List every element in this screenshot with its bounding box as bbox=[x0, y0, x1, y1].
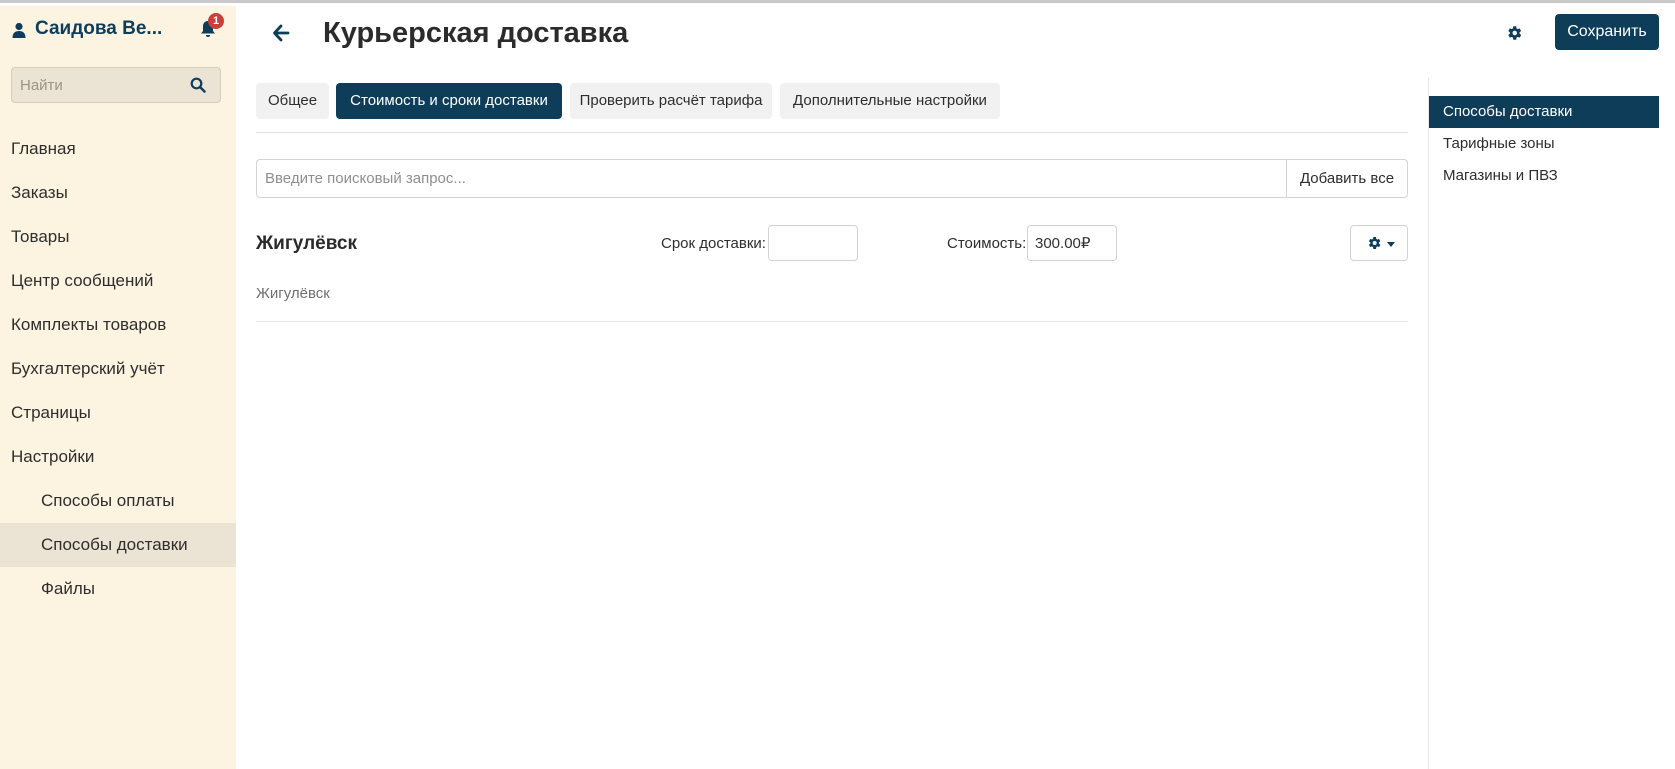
delivery-term-input[interactable] bbox=[768, 225, 858, 261]
sidebar-item[interactable]: Бухгалтерский учёт bbox=[0, 347, 236, 391]
right-panel-list: Способы доставки Тарифные зоны Магазины и … bbox=[1429, 96, 1659, 192]
city-settings-dropdown[interactable] bbox=[1350, 225, 1408, 261]
row-divider bbox=[256, 321, 1408, 322]
sidebar-item[interactable]: Способы доставки bbox=[0, 523, 236, 567]
back-arrow-icon[interactable] bbox=[272, 23, 292, 43]
delivery-term-label: Срок доставки: bbox=[661, 235, 766, 252]
page-title: Курьерская доставка bbox=[323, 17, 629, 49]
sidebar-item[interactable]: Центр сообщений bbox=[0, 259, 236, 303]
sidebar: Саидова Ве... 1 ГлавнаяЗаказыТоварыЦентр… bbox=[0, 6, 236, 769]
city-subtitle: Жигулёвск bbox=[256, 285, 330, 302]
right-panel-item[interactable]: Тарифные зоны bbox=[1429, 128, 1659, 160]
gear-icon bbox=[1368, 237, 1381, 249]
user-icon bbox=[12, 22, 26, 38]
notification-badge: 1 bbox=[208, 13, 224, 29]
sidebar-search-input[interactable] bbox=[12, 68, 182, 102]
search-input[interactable] bbox=[256, 159, 1287, 198]
sidebar-item[interactable]: Страницы bbox=[0, 391, 236, 435]
sidebar-item[interactable]: Заказы bbox=[0, 171, 236, 215]
sidebar-item[interactable]: Настройки bbox=[0, 435, 236, 479]
sidebar-item[interactable]: Комплекты товаров bbox=[0, 303, 236, 347]
city-title: Жигулёвск bbox=[256, 233, 358, 254]
save-button[interactable]: Сохранить bbox=[1555, 14, 1659, 50]
tab-general[interactable]: Общее bbox=[256, 83, 329, 119]
caret-down-icon bbox=[1387, 242, 1395, 247]
right-panel: Способы доставки Тарифные зоны Магазины и … bbox=[1428, 78, 1675, 769]
sidebar-header: Саидова Ве... 1 bbox=[0, 6, 236, 54]
search-icon[interactable] bbox=[190, 77, 206, 93]
cost-label: Стоимость: bbox=[947, 235, 1027, 252]
tab-cost-and-terms[interactable]: Стоимость и сроки доставки bbox=[336, 83, 562, 119]
tab-advanced-settings[interactable]: Дополнительные настройки bbox=[780, 83, 1000, 119]
tabs-divider bbox=[256, 132, 1408, 133]
sidebar-item[interactable]: Главная bbox=[0, 127, 236, 171]
gear-icon[interactable] bbox=[1505, 24, 1523, 42]
add-all-button[interactable]: Добавить все bbox=[1286, 159, 1408, 198]
cost-input[interactable] bbox=[1027, 225, 1117, 261]
right-panel-item[interactable]: Магазины и ПВЗ bbox=[1429, 160, 1659, 192]
tab-check-tariff[interactable]: Проверить расчёт тарифа bbox=[570, 83, 772, 119]
sidebar-search bbox=[11, 67, 221, 103]
user-name[interactable]: Саидова Ве... bbox=[35, 18, 162, 40]
sidebar-item[interactable]: Товары bbox=[0, 215, 236, 259]
sidebar-item[interactable]: Файлы bbox=[0, 567, 236, 611]
sidebar-nav: Главная Заказы Товары Центр сообщений Компле… bbox=[0, 127, 236, 611]
right-panel-item[interactable]: Способы доставки bbox=[1429, 96, 1659, 128]
sidebar-item[interactable]: Способы оплаты bbox=[0, 479, 236, 523]
